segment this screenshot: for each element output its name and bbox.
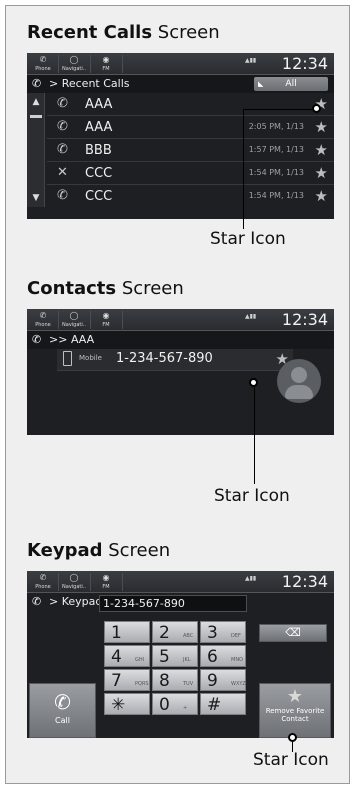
signal-icon: ▲▮▮ <box>245 575 257 582</box>
backspace-button[interactable]: ⌫ <box>259 624 327 642</box>
navigation-icon: ◯ <box>69 573 79 582</box>
filter-all-button[interactable]: ◣ All <box>254 77 328 91</box>
key-8[interactable]: 8 TUV <box>152 669 198 691</box>
key-star[interactable]: ✳ <box>104 693 150 715</box>
key-4[interactable]: 4 GHI <box>104 645 150 667</box>
navigation-icon: ◯ <box>69 55 79 64</box>
scroll-down-icon[interactable]: ▼ <box>27 193 45 203</box>
contacts-heading: Contacts Screen <box>27 278 184 299</box>
status-bar: ✆ Phone ◯ Navigati.. ◉ FM ▲▮▮ 12:34 <box>27 309 334 331</box>
scroll-bar[interactable]: ▲ ▼ <box>27 93 45 207</box>
contacts-screen: ✆ Phone ◯ Navigati.. ◉ FM ▲▮▮ 12:34 ✆ >> AA… <box>27 309 334 435</box>
missed-call-icon: ✕ <box>57 165 68 180</box>
navigation-button[interactable]: ◯ Navigati.. <box>60 309 88 331</box>
callout-line <box>243 109 316 110</box>
key-2[interactable]: 2 ABC <box>152 621 198 643</box>
backspace-icon: ⌫ <box>285 626 301 639</box>
phone-button[interactable]: ✆ Phone <box>29 571 57 593</box>
phone-icon: ✆ <box>39 55 47 64</box>
call-row[interactable]: ✆ AAA 2:05 PM, 1/13 ★ <box>47 116 334 139</box>
keypad-screen: ✆ Phone ◯ Navigati.. ◉ FM ▲▮▮ 12:34 ✆ > Key… <box>27 571 334 738</box>
outgoing-call-icon: ✆ <box>57 119 68 134</box>
outgoing-call-icon: ✆ <box>57 188 68 203</box>
fm-icon: ◉ <box>102 311 110 320</box>
key-6[interactable]: 6 MNO <box>200 645 246 667</box>
double-chevron-right-icon: >> <box>49 333 71 346</box>
status-bar: ✆ Phone ◯ Navigati.. ◉ FM ▲▮▮ 12:34 <box>27 571 334 593</box>
chevron-right-icon: > <box>49 595 62 608</box>
key-0[interactable]: 0 + <box>152 693 198 715</box>
outgoing-call-icon: ✆ <box>57 96 68 111</box>
star-icon: ★ <box>286 686 304 707</box>
phone-icon: ✆ <box>39 573 47 582</box>
callout-dot <box>288 733 297 742</box>
fm-icon: ◉ <box>102 55 110 64</box>
phone-icon: ✆ <box>39 311 47 320</box>
key-5[interactable]: 5 JKL <box>152 645 198 667</box>
call-row[interactable]: ✆ BBB 1:57 PM, 1/13 ★ <box>47 139 334 162</box>
key-1[interactable]: 1 <box>104 621 150 643</box>
phone-icon: ✆ <box>32 333 42 346</box>
signal-icon: ▲▮▮ <box>245 313 257 320</box>
fm-button[interactable]: ◉ FM <box>92 53 120 75</box>
breadcrumb: ✆ >> AAA <box>27 331 334 349</box>
dialed-number-field[interactable]: 1-234-567-890 <box>99 595 247 612</box>
keypad-heading: Keypad Screen <box>27 540 171 561</box>
scroll-thumb[interactable] <box>30 115 42 118</box>
navigation-icon: ◯ <box>69 311 79 320</box>
call-row[interactable]: ✆ AAA ★ <box>47 93 334 116</box>
key-9[interactable]: 9 WXYZ <box>200 669 246 691</box>
scroll-up-icon[interactable]: ▲ <box>27 97 45 107</box>
star-icon-callout: Star Icon <box>253 750 329 770</box>
clock: 12:34 <box>281 310 328 329</box>
star-icon[interactable]: ★ <box>315 187 328 205</box>
fm-button[interactable]: ◉ FM <box>92 571 120 593</box>
star-icon-callout: Star Icon <box>210 229 286 249</box>
status-bar: ✆ Phone ◯ Navigati.. ◉ FM ▲▮▮ 12:34 <box>27 53 334 75</box>
fm-button[interactable]: ◉ FM <box>92 309 120 331</box>
callout-dot <box>249 378 258 387</box>
phone-icon: ✆ <box>32 595 42 608</box>
contact-number-row[interactable]: Mobile 1-234-567-890 ★ <box>57 349 293 371</box>
recent-calls-screen: ✆ Phone ◯ Navigati.. ◉ FM ▲▮▮ 12:34 ✆ > Rec… <box>27 53 334 219</box>
clock: 12:34 <box>281 572 328 591</box>
avatar <box>277 359 321 403</box>
call-button[interactable]: ✆ Call <box>29 683 96 738</box>
recent-calls-heading: Recent Calls Screen <box>27 22 220 43</box>
star-icon-callout: Star Icon <box>214 486 290 506</box>
key-3[interactable]: 3 DEF <box>200 621 246 643</box>
call-icon: ✆ <box>54 690 71 714</box>
mobile-icon <box>63 351 72 366</box>
phone-button[interactable]: ✆ Phone <box>29 53 57 75</box>
key-hash[interactable]: # <box>200 693 246 715</box>
navigation-button[interactable]: ◯ Navigati.. <box>60 571 88 593</box>
chevron-right-icon: > <box>49 77 62 90</box>
call-row[interactable]: ✆ CCC 1:54 PM, 1/13 ★ <box>47 185 334 208</box>
call-row[interactable]: ✕ CCC 1:54 PM, 1/13 ★ <box>47 162 334 185</box>
callout-line <box>243 109 244 229</box>
star-icon[interactable]: ★ <box>315 164 328 182</box>
key-7[interactable]: 7 PQRS <box>104 669 150 691</box>
incoming-call-icon: ✆ <box>57 142 68 157</box>
fm-icon: ◉ <box>102 573 110 582</box>
callout-dot <box>312 104 321 113</box>
remove-favorite-button[interactable]: ★ Remove Favorite Contact <box>259 683 331 738</box>
navigation-button[interactable]: ◯ Navigati.. <box>60 53 88 75</box>
clock: 12:34 <box>281 54 328 73</box>
phone-icon: ✆ <box>32 77 42 90</box>
triangle-icon: ◣ <box>258 80 264 88</box>
signal-icon: ▲▮▮ <box>245 57 257 64</box>
callout-line <box>254 387 255 484</box>
star-icon[interactable]: ★ <box>315 141 328 159</box>
phone-button[interactable]: ✆ Phone <box>29 309 57 331</box>
star-icon[interactable]: ★ <box>315 118 328 136</box>
breadcrumb: ✆ > Recent Calls ◣ All <box>27 75 334 93</box>
